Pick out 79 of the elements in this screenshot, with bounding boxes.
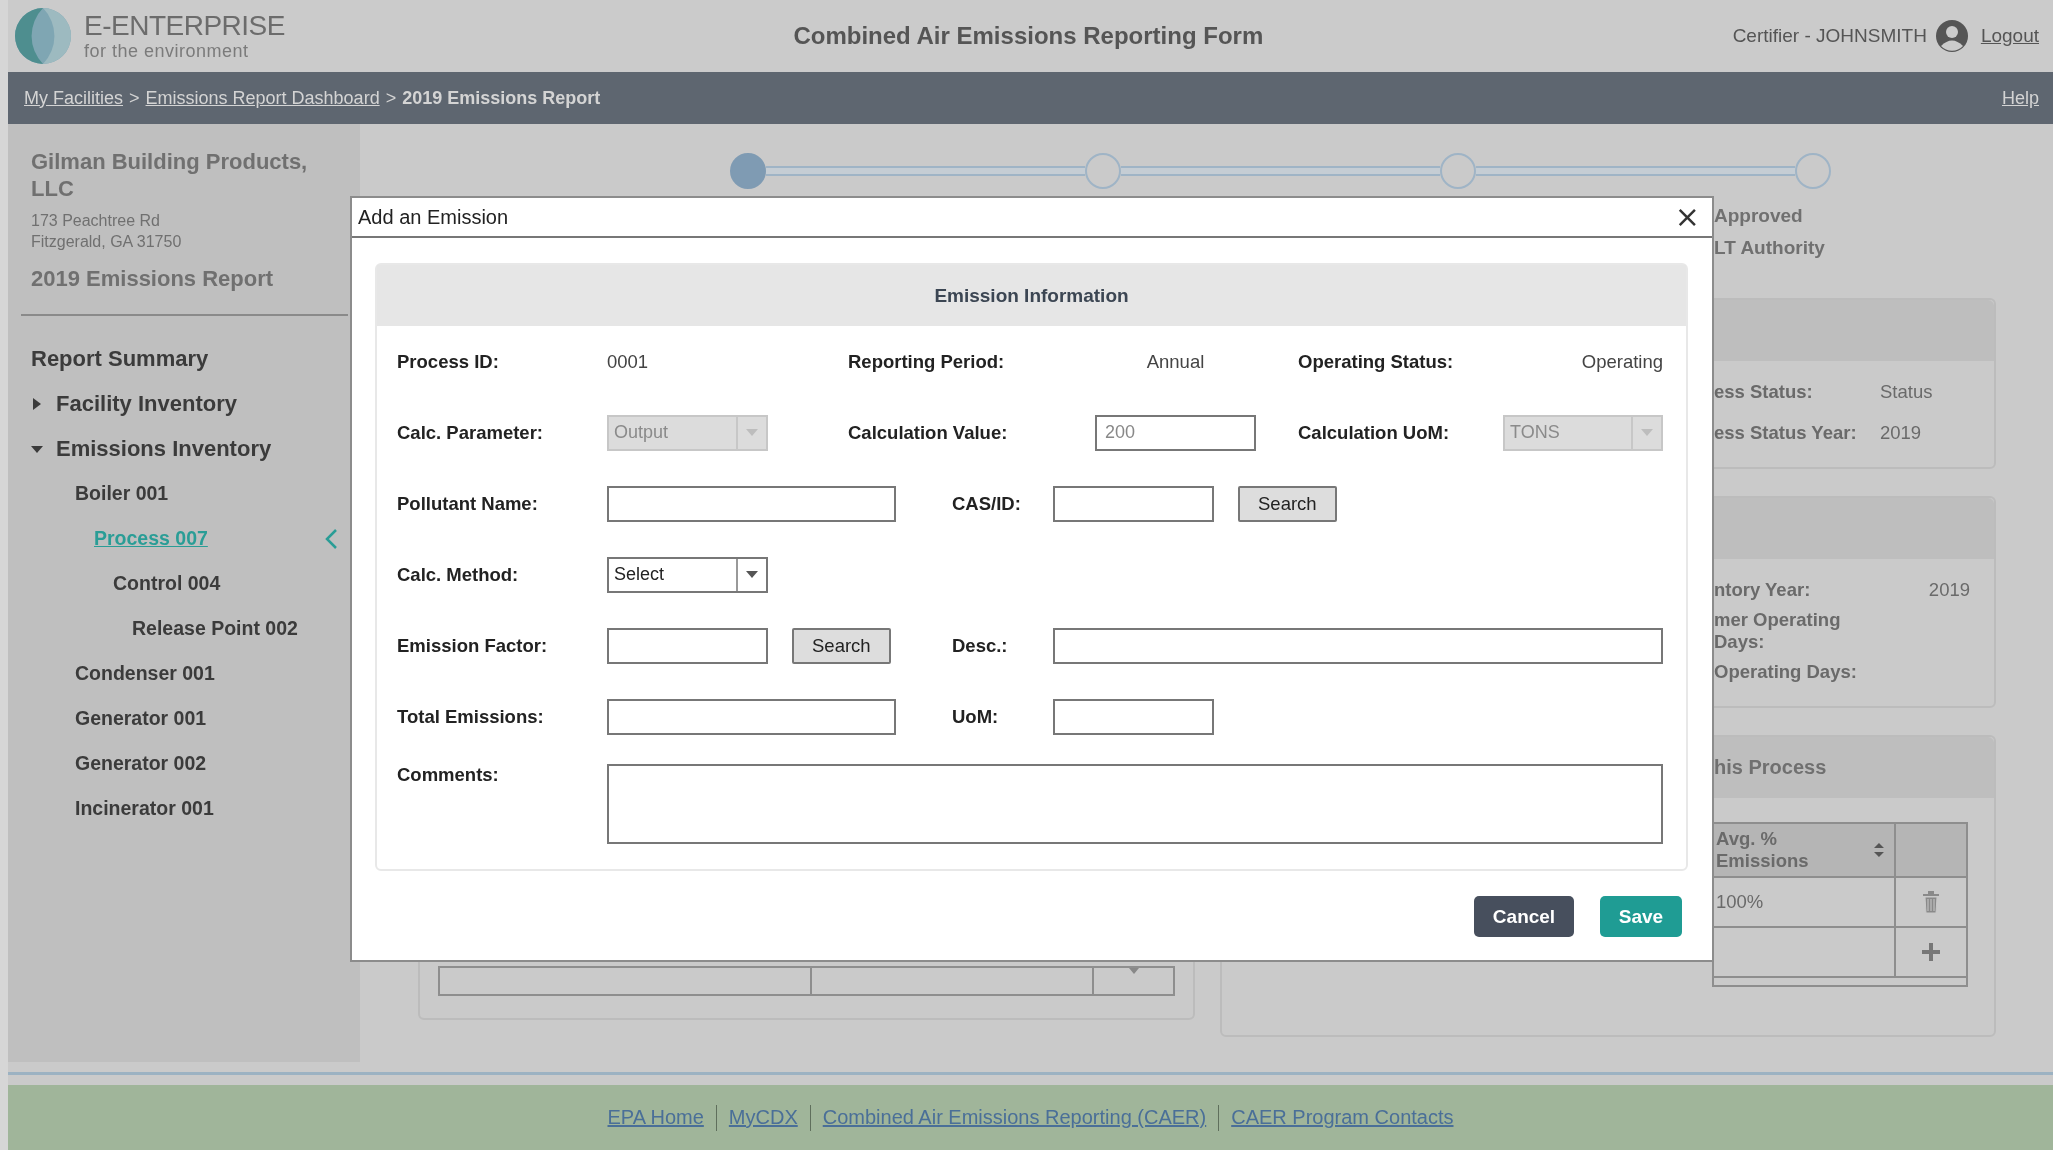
sidebar-item[interactable]: Facility Inventory <box>56 390 237 417</box>
section-header: Emission Information <box>377 265 1686 326</box>
sidebar-item[interactable]: Generator 002 <box>75 752 207 775</box>
help-link[interactable]: Help <box>2001 87 2039 109</box>
field-label: mer Operating Days: <box>1714 608 1842 653</box>
close-button[interactable]: × <box>1674 202 1700 232</box>
field-value: 0001 <box>607 350 649 373</box>
sidebar-item[interactable]: Generator 001 <box>75 707 207 730</box>
logo-tagline: for the environment <box>84 40 250 62</box>
sort-icon <box>1874 843 1884 857</box>
input-field[interactable] <box>1053 698 1214 735</box>
app-title: Combined Air Emissions Reporting Form <box>792 22 1265 50</box>
column-header: Avg. % Emissions <box>1716 828 1810 872</box>
sidebar-item[interactable]: Condenser 001 <box>75 662 215 685</box>
field-label: Process ID: <box>397 350 499 373</box>
logo-icon <box>14 7 72 65</box>
field-value: 2019 <box>1880 421 1922 444</box>
address-line: Fitzgerald, GA 31750 <box>31 232 183 252</box>
caret-down-icon <box>1641 429 1653 436</box>
comments-field[interactable] <box>607 764 1663 844</box>
caret-down-icon <box>746 571 758 578</box>
sidebar-item[interactable]: Report Summary <box>31 345 209 372</box>
step-label: LT Authority <box>1714 236 1825 260</box>
field-label: Total Emissions: <box>397 705 544 728</box>
breadcrumb-current: 2019 Emissions Report <box>402 87 601 109</box>
field-label: Reporting Period: <box>848 350 1005 373</box>
field-label: Calc. Method: <box>397 563 519 586</box>
input-field[interactable] <box>607 627 768 664</box>
table-cell: 100% <box>1716 891 1764 913</box>
facility-name: Gilman Building Products, LLC <box>31 148 309 202</box>
breadcrumb-link[interactable]: My Facilities <box>24 87 123 109</box>
cancel-button[interactable]: Cancel <box>1474 896 1574 937</box>
field-value: Status <box>1880 380 1933 403</box>
field-label: Calculation UoM: <box>1298 421 1450 444</box>
sidebar-item[interactable]: Control 004 <box>113 572 221 595</box>
user-avatar-icon <box>1934 19 1969 53</box>
input-field[interactable]: 200 <box>1095 414 1256 451</box>
address-line: 173 Peachtree Rd <box>31 211 161 231</box>
breadcrumb-separator: > <box>129 87 140 109</box>
report-title: 2019 Emissions Report <box>31 266 275 292</box>
field-label: ess Status: <box>1714 380 1814 403</box>
field-label: Calc. Parameter: <box>397 421 544 444</box>
field-label: Operating Days: <box>1714 660 1858 683</box>
sidebar-item[interactable]: Boiler 001 <box>75 482 169 505</box>
breadcrumb-link[interactable]: Emissions Report Dashboard <box>145 87 380 109</box>
input-field[interactable] <box>1053 627 1663 664</box>
field-label: Calculation Value: <box>848 421 1008 444</box>
chevron-left-icon <box>324 527 338 550</box>
search-button[interactable]: Search <box>1238 485 1337 522</box>
search-button[interactable]: Search <box>792 627 891 664</box>
input-field[interactable] <box>607 698 896 735</box>
field-label: Pollutant Name: <box>397 492 538 515</box>
plus-icon <box>1921 941 1941 963</box>
field-value: Annual <box>1146 350 1205 373</box>
step-label: Approved <box>1714 204 1803 228</box>
field-label: Comments: <box>397 764 499 786</box>
field-label: ntory Year: <box>1714 578 1812 601</box>
sidebar-item[interactable]: Emissions Inventory <box>56 435 272 462</box>
field-label: CAS/ID: <box>952 492 1021 515</box>
field-value: Operating <box>1581 350 1663 373</box>
sidebar-item[interactable]: Release Point 002 <box>132 617 298 640</box>
trash-icon <box>1921 891 1941 913</box>
logout-link[interactable]: Logout <box>1980 25 2039 47</box>
field-label: Operating Status: <box>1298 350 1454 373</box>
logo-title: E-ENTERPRISE <box>84 10 285 41</box>
save-button[interactable]: Save <box>1600 896 1682 937</box>
field-label: Emission Factor: <box>397 634 548 657</box>
input-field[interactable] <box>607 485 896 522</box>
field-value: 2019 <box>1928 578 1970 601</box>
dropdown[interactable]: Select <box>607 556 768 593</box>
field-label: UoM: <box>952 705 999 728</box>
input-field[interactable] <box>1053 485 1214 522</box>
field-label: Desc.: <box>952 634 1008 657</box>
user-name: Certifier - JOHNSMITH <box>1732 25 1927 47</box>
breadcrumb-separator: > <box>385 87 397 109</box>
sidebar-item[interactable]: Incinerator 001 <box>75 797 214 820</box>
dialog-title: Add an Emission <box>358 205 509 229</box>
field-label: ess Status Year: <box>1714 421 1858 444</box>
caret-down-icon <box>746 429 758 436</box>
